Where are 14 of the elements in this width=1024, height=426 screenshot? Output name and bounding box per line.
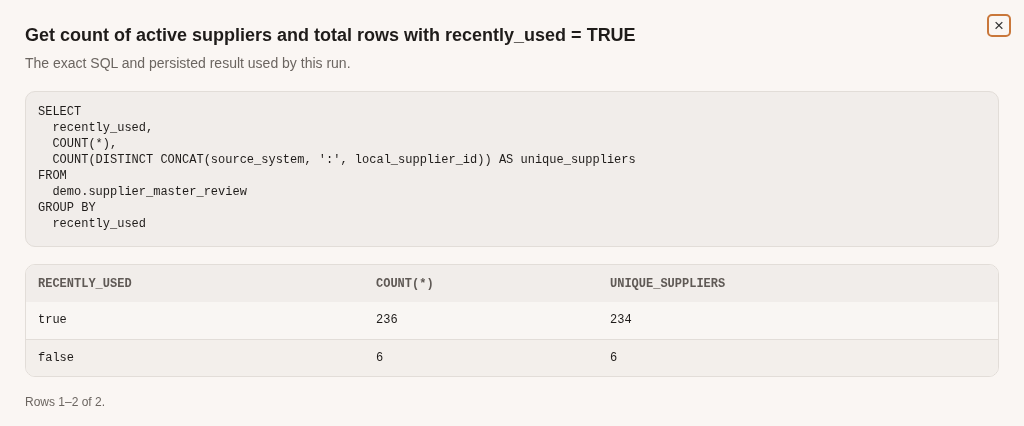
table-cell: 6 — [598, 339, 998, 376]
table-cell: true — [26, 302, 364, 339]
table-cell: 6 — [364, 339, 598, 376]
table-cell: false — [26, 339, 364, 376]
row-count: Rows 1–2 of 2. — [25, 394, 106, 411]
sql-code: SELECT recently_used, COUNT(*), COUNT(DISTINCT CONCAT(source_system, ':', local_supplier_id)) AS unique_suppliers FROM demo.supplier_master_review GROUP BY recently_used — [38, 104, 636, 232]
column-header: UNIQUE_SUPPLIERS — [598, 265, 998, 302]
column-header: RECENTLY_USED — [26, 265, 364, 302]
dialog-title: Get count of active suppliers and total rows with recently_used = TRUE — [25, 24, 637, 46]
table-cell: 236 — [364, 302, 598, 339]
table-cell: 234 — [598, 302, 998, 339]
dialog-subtitle: The exact SQL and persisted result used by this run. — [25, 54, 351, 72]
close-button[interactable]: × — [987, 14, 1011, 37]
column-header: COUNT(*) — [364, 265, 598, 302]
